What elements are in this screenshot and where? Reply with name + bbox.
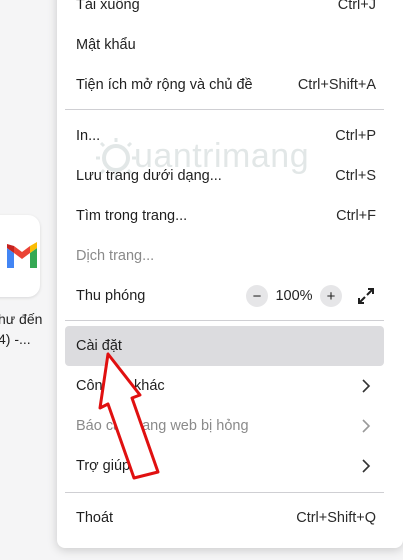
chevron-right-icon [362, 419, 371, 433]
zoom-level: 100% [275, 288, 313, 304]
menu-item-print[interactable]: In... Ctrl+P [65, 116, 384, 156]
menu-divider [65, 109, 384, 110]
menu-item-report-broken-site: Báo cáo trang web bị hỏng [65, 406, 384, 446]
shortcut-caption-line2: 4) -... [0, 331, 31, 347]
menu-item-label: Lưu trang dưới dạng... [76, 168, 222, 184]
menu-item-label: Tiện ích mở rộng và chủ đề [76, 77, 253, 93]
menu-item-downloads[interactable]: Tải xuống Ctrl+J [65, 0, 384, 25]
shortcut-caption: hư đến 4) -... [0, 309, 48, 349]
chevron-right-icon [362, 379, 371, 393]
menu-item-label: Trợ giúp [76, 458, 131, 474]
menu-divider [65, 320, 384, 321]
menu-item-shortcut: Ctrl+P [335, 128, 376, 144]
zoom-out-button[interactable]: − [246, 285, 268, 307]
shortcut-caption-line1: hư đến [0, 311, 43, 327]
menu-item-label: Tìm trong trang... [76, 208, 188, 224]
menu-item-translate: Dịch trang... [65, 236, 384, 276]
browser-menu: Tải xuống Ctrl+J Mật khẩu Tiện ích mở rộ… [57, 0, 403, 548]
menu-item-zoom: Thu phóng − 100% + [65, 276, 384, 316]
menu-item-label: Thoát [76, 510, 114, 526]
menu-item-settings[interactable]: Cài đặt [65, 326, 384, 366]
menu-divider [65, 492, 384, 493]
zoom-controls: − 100% + [246, 284, 378, 308]
menu-item-shortcut: Ctrl+F [336, 208, 376, 224]
menu-item-label: Tải xuống [76, 0, 140, 13]
menu-item-label: Công cụ khác [76, 378, 165, 394]
menu-item-shortcut: Ctrl+S [335, 168, 376, 184]
chevron-right-icon [362, 459, 371, 473]
menu-item-quit[interactable]: Thoát Ctrl+Shift+Q [65, 498, 384, 538]
page: hư đến 4) -... Tải xuống Ctrl+J Mật khẩu… [0, 0, 403, 560]
zoom-in-button[interactable]: + [320, 285, 342, 307]
gmail-icon [7, 242, 37, 268]
menu-item-label: Cài đặt [76, 338, 122, 354]
fullscreen-icon [358, 288, 374, 304]
menu-item-shortcut: Ctrl+Shift+Q [296, 510, 376, 526]
menu-item-save-page[interactable]: Lưu trang dưới dạng... Ctrl+S [65, 156, 384, 196]
menu-item-label: In... [76, 128, 101, 144]
menu-item-passwords[interactable]: Mật khẩu [65, 25, 384, 65]
menu-item-help[interactable]: Trợ giúp [65, 446, 384, 486]
menu-item-more-tools[interactable]: Công cụ khác [65, 366, 384, 406]
menu-item-label: Thu phóng [76, 288, 146, 304]
fullscreen-button[interactable] [354, 284, 378, 308]
menu-item-find[interactable]: Tìm trong trang... Ctrl+F [65, 196, 384, 236]
menu-item-label: Báo cáo trang web bị hỏng [76, 418, 249, 434]
menu-item-shortcut: Ctrl+Shift+A [297, 77, 376, 93]
menu-item-shortcut: Ctrl+J [337, 0, 376, 13]
menu-item-label: Dịch trang... [76, 248, 155, 264]
menu-item-label: Mật khẩu [76, 37, 136, 53]
menu-item-extensions[interactable]: Tiện ích mở rộng và chủ đề Ctrl+Shift+A [65, 65, 384, 105]
